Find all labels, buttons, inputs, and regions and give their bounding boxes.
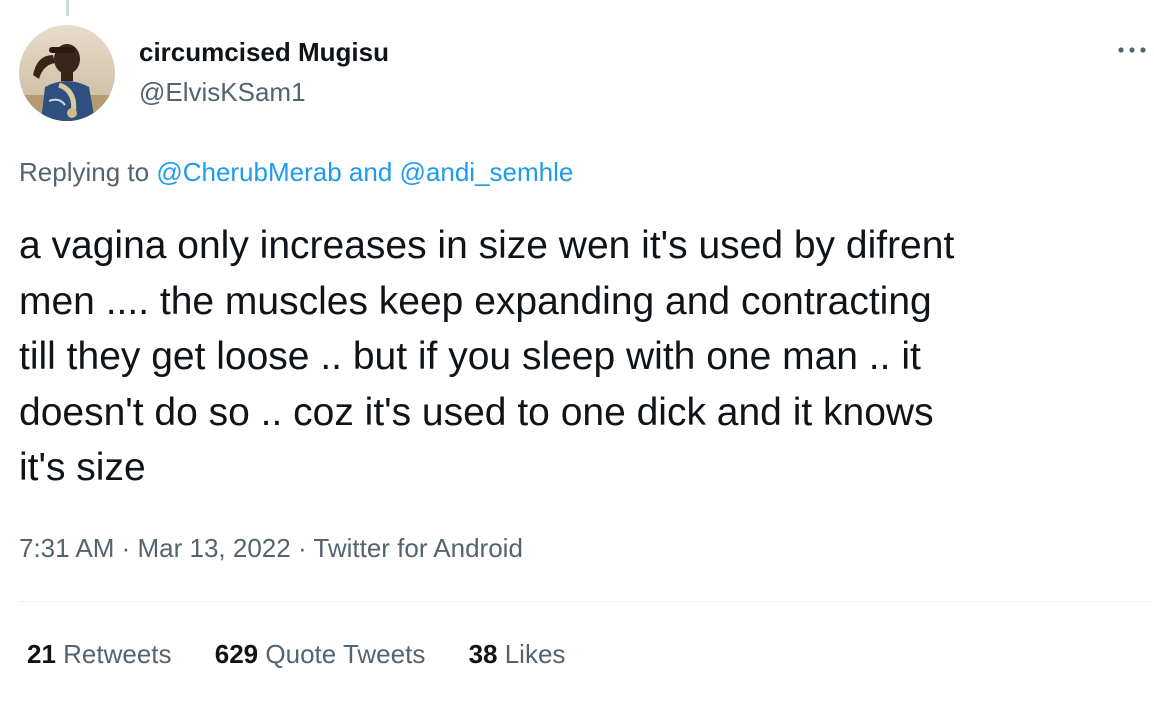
tweet-text-line: it's size [19,446,146,489]
mention-link[interactable]: @andi_semhle [400,157,574,187]
avatar[interactable] [19,25,115,121]
thread-connector-line [66,0,69,16]
author-display-name[interactable]: circumcised Mugisu [139,37,389,68]
tweet-text-line: till they get loose .. but if you sleep … [19,335,921,378]
tweet-time[interactable]: 7:31 AM [19,533,114,563]
replying-prefix: Replying to [19,157,157,187]
engagement-stats: 21 Retweets 629 Quote Tweets 38 Likes [27,639,601,670]
meta-separator: · [290,533,314,563]
replying-to: Replying to @CherubMerab and @andi_semhl… [19,157,573,188]
profile-photo [19,25,115,121]
quote-tweets-stat[interactable]: 629 Quote Tweets [215,639,426,670]
likes-stat[interactable]: 38 Likes [469,639,566,670]
more-options-button[interactable] [1112,34,1152,64]
quote-tweets-label: Quote Tweets [258,639,426,669]
more-horizontal-icon [1118,47,1146,53]
tweet-source[interactable]: Twitter for Android [313,533,523,563]
quote-tweets-count: 629 [214,639,259,669]
tweet-text-line: men .... the muscles keep expanding and … [19,279,932,323]
tweet-text-line: doesn't do so .. coz it's used to one di… [19,390,934,434]
author-handle[interactable]: @ElvisKSam1 [139,77,306,108]
tweet-metadata: 7:31 AM · Mar 13, 2022 · Twitter for And… [19,533,523,564]
likes-count: 38 [468,639,498,669]
tweet-text: a vagina only increases in size wen it's… [19,218,1129,496]
retweets-stat[interactable]: 21 Retweets [27,639,172,670]
mention-connector[interactable]: and [342,157,400,187]
retweets-label: Retweets [55,639,172,669]
tweet-text-line: a vagina only increases in size wen it's… [19,224,955,267]
retweets-count: 21 [27,639,56,669]
likes-label: Likes [497,639,566,669]
meta-separator: · [114,533,138,563]
mention-link[interactable]: @CherubMerab [156,157,341,187]
divider [19,601,1150,602]
tweet-date[interactable]: Mar 13, 2022 [138,533,291,563]
